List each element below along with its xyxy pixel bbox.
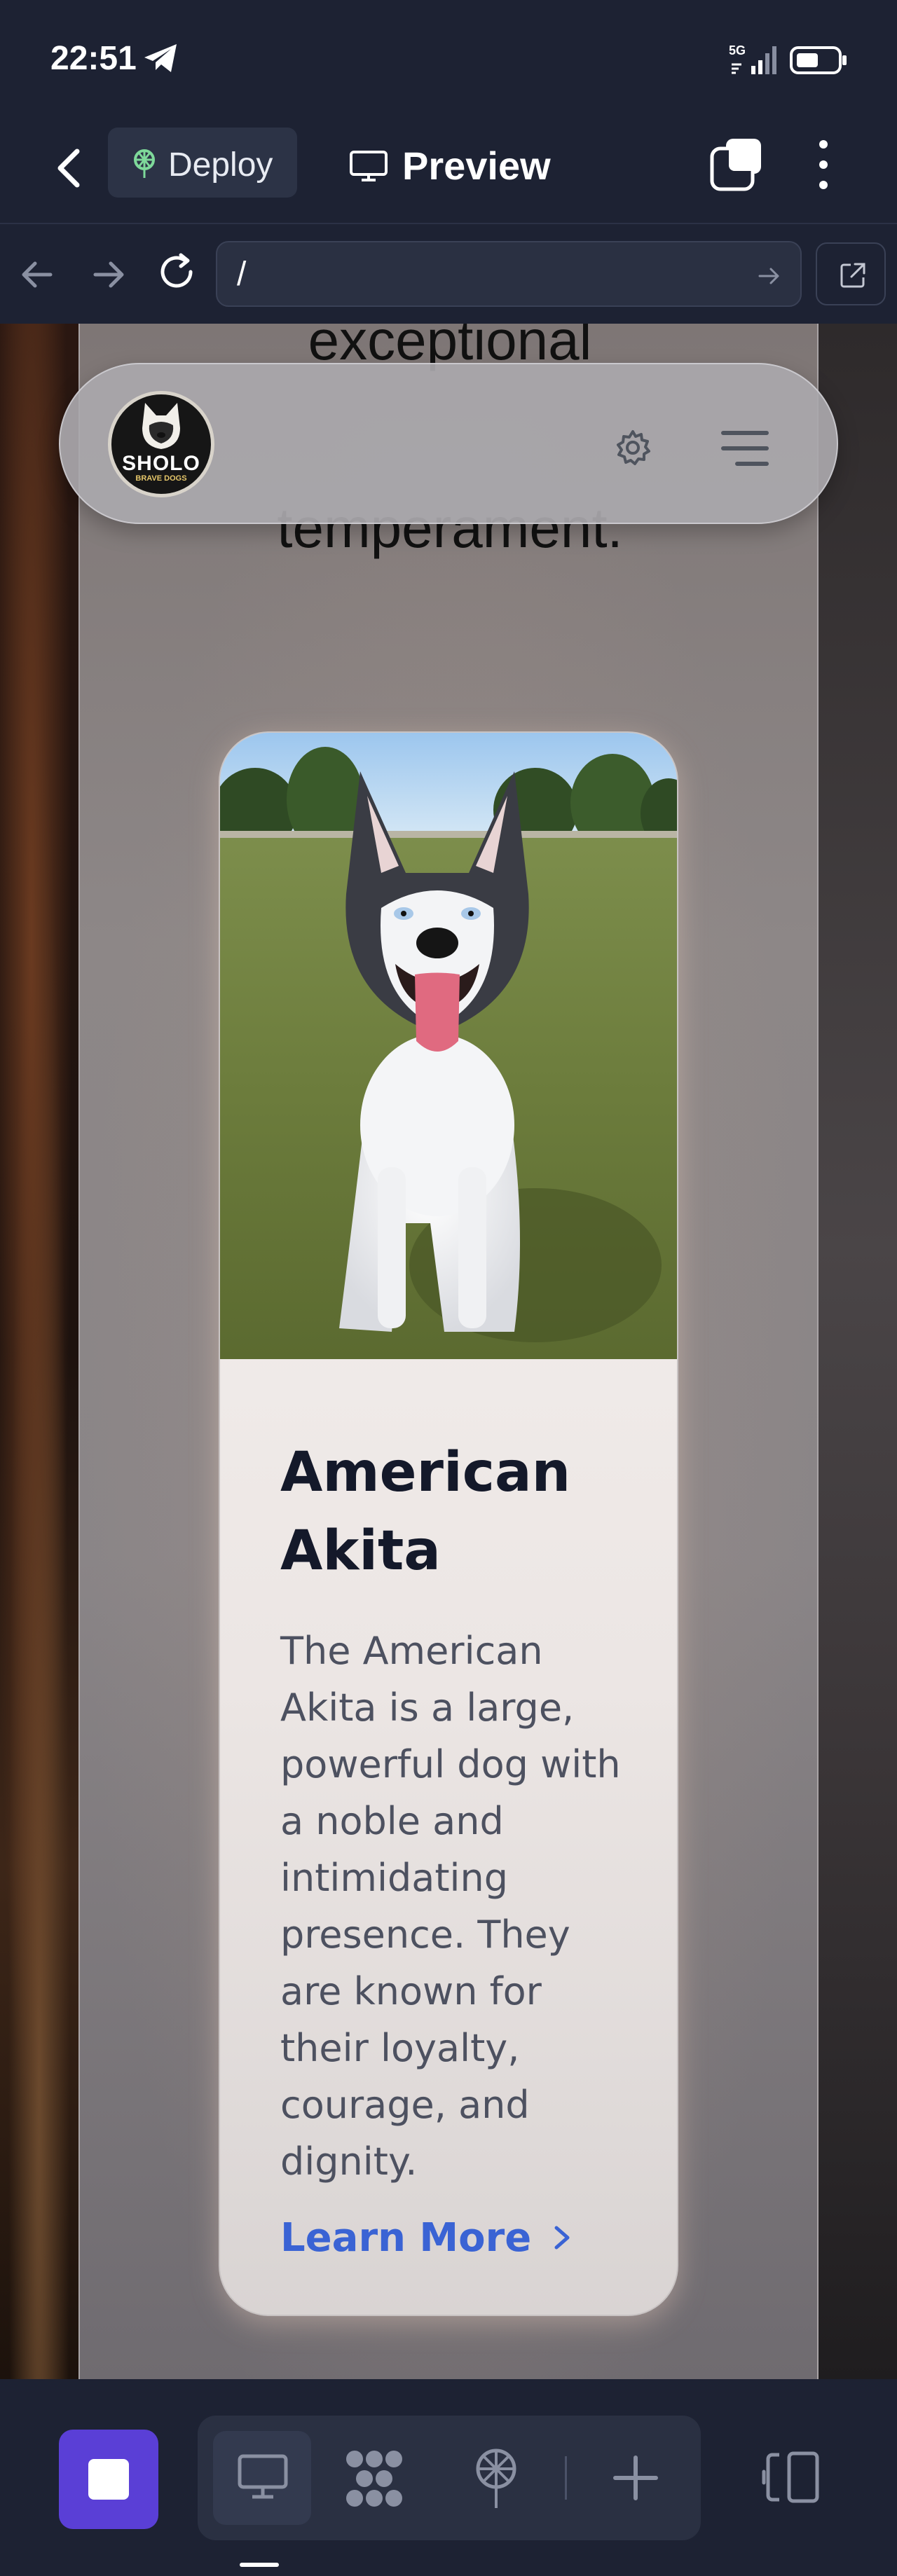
plus-icon[interactable]: [611, 2453, 660, 2502]
preview-label: Preview: [402, 144, 551, 188]
arrow-right-icon[interactable]: [88, 255, 128, 294]
status-time: 22:51: [50, 40, 137, 77]
open-external-button[interactable]: [816, 242, 886, 305]
web-viewport: exceptional temperament. American Akita …: [0, 324, 897, 2379]
stop-icon: [88, 2459, 129, 2500]
more-icon[interactable]: [806, 133, 841, 196]
learn-more-label: Learn More: [280, 2215, 532, 2261]
husky-emblem: [142, 403, 180, 449]
app-toolbar: Deploy Preview: [0, 112, 897, 224]
go-icon[interactable]: [757, 263, 782, 289]
battery-icon: [790, 46, 847, 74]
learn-more-link[interactable]: Learn More: [280, 2210, 575, 2266]
logo-tagline: BRAVE DOGS: [135, 474, 187, 483]
stop-button[interactable]: [59, 2430, 158, 2529]
status-bar: 22:51 5G: [0, 0, 897, 112]
deploy-icon: [134, 149, 155, 178]
hamburger-icon[interactable]: [720, 429, 769, 468]
split-view-icon[interactable]: [761, 2451, 820, 2504]
signal-icon: 5G: [729, 43, 776, 74]
tool-group: [198, 2416, 701, 2540]
separator: [565, 2456, 567, 2500]
gear-icon[interactable]: [614, 429, 652, 467]
desktop-icon: [238, 2454, 288, 2499]
reload-icon[interactable]: [156, 251, 199, 294]
desktop-view-button[interactable]: [213, 2431, 311, 2525]
back-icon[interactable]: [46, 140, 93, 196]
telegram-icon: [144, 44, 177, 72]
card-description: The American Akita is a large, powerful …: [280, 1629, 621, 2184]
browser-url-bar: /: [0, 224, 897, 324]
deploy-label: Deploy: [168, 146, 273, 184]
url-input[interactable]: /: [216, 241, 802, 307]
deploy-button[interactable]: Deploy: [108, 128, 297, 198]
breed-card: American Akita The American Akita is a l…: [219, 731, 678, 2316]
site-logo[interactable]: SHOLO BRAVE DOGS: [108, 391, 214, 497]
external-link-icon: [840, 263, 865, 288]
chevron-right-icon: [554, 2226, 570, 2250]
card-title: American Akita: [280, 1441, 571, 1583]
background-image-right: [819, 324, 897, 2379]
home-indicator: [240, 2563, 279, 2567]
deploy-icon[interactable]: [472, 2448, 520, 2509]
logo-text: SHOLO: [122, 452, 200, 475]
site-navbar: SHOLO BRAVE DOGS: [59, 363, 838, 524]
page-content: exceptional temperament. American Akita …: [78, 324, 819, 2379]
network-label: 5G: [729, 43, 746, 57]
bottom-app-bar: [0, 2379, 897, 2576]
url-text: /: [237, 256, 247, 293]
tabs-icon[interactable]: [708, 136, 764, 192]
preview-button[interactable]: Preview: [343, 128, 568, 198]
monitor-icon: [350, 151, 388, 181]
background-image-left: [0, 324, 78, 2379]
components-icon[interactable]: [343, 2448, 405, 2509]
arrow-left-icon[interactable]: [18, 255, 57, 294]
dog-photo: [220, 733, 677, 1359]
